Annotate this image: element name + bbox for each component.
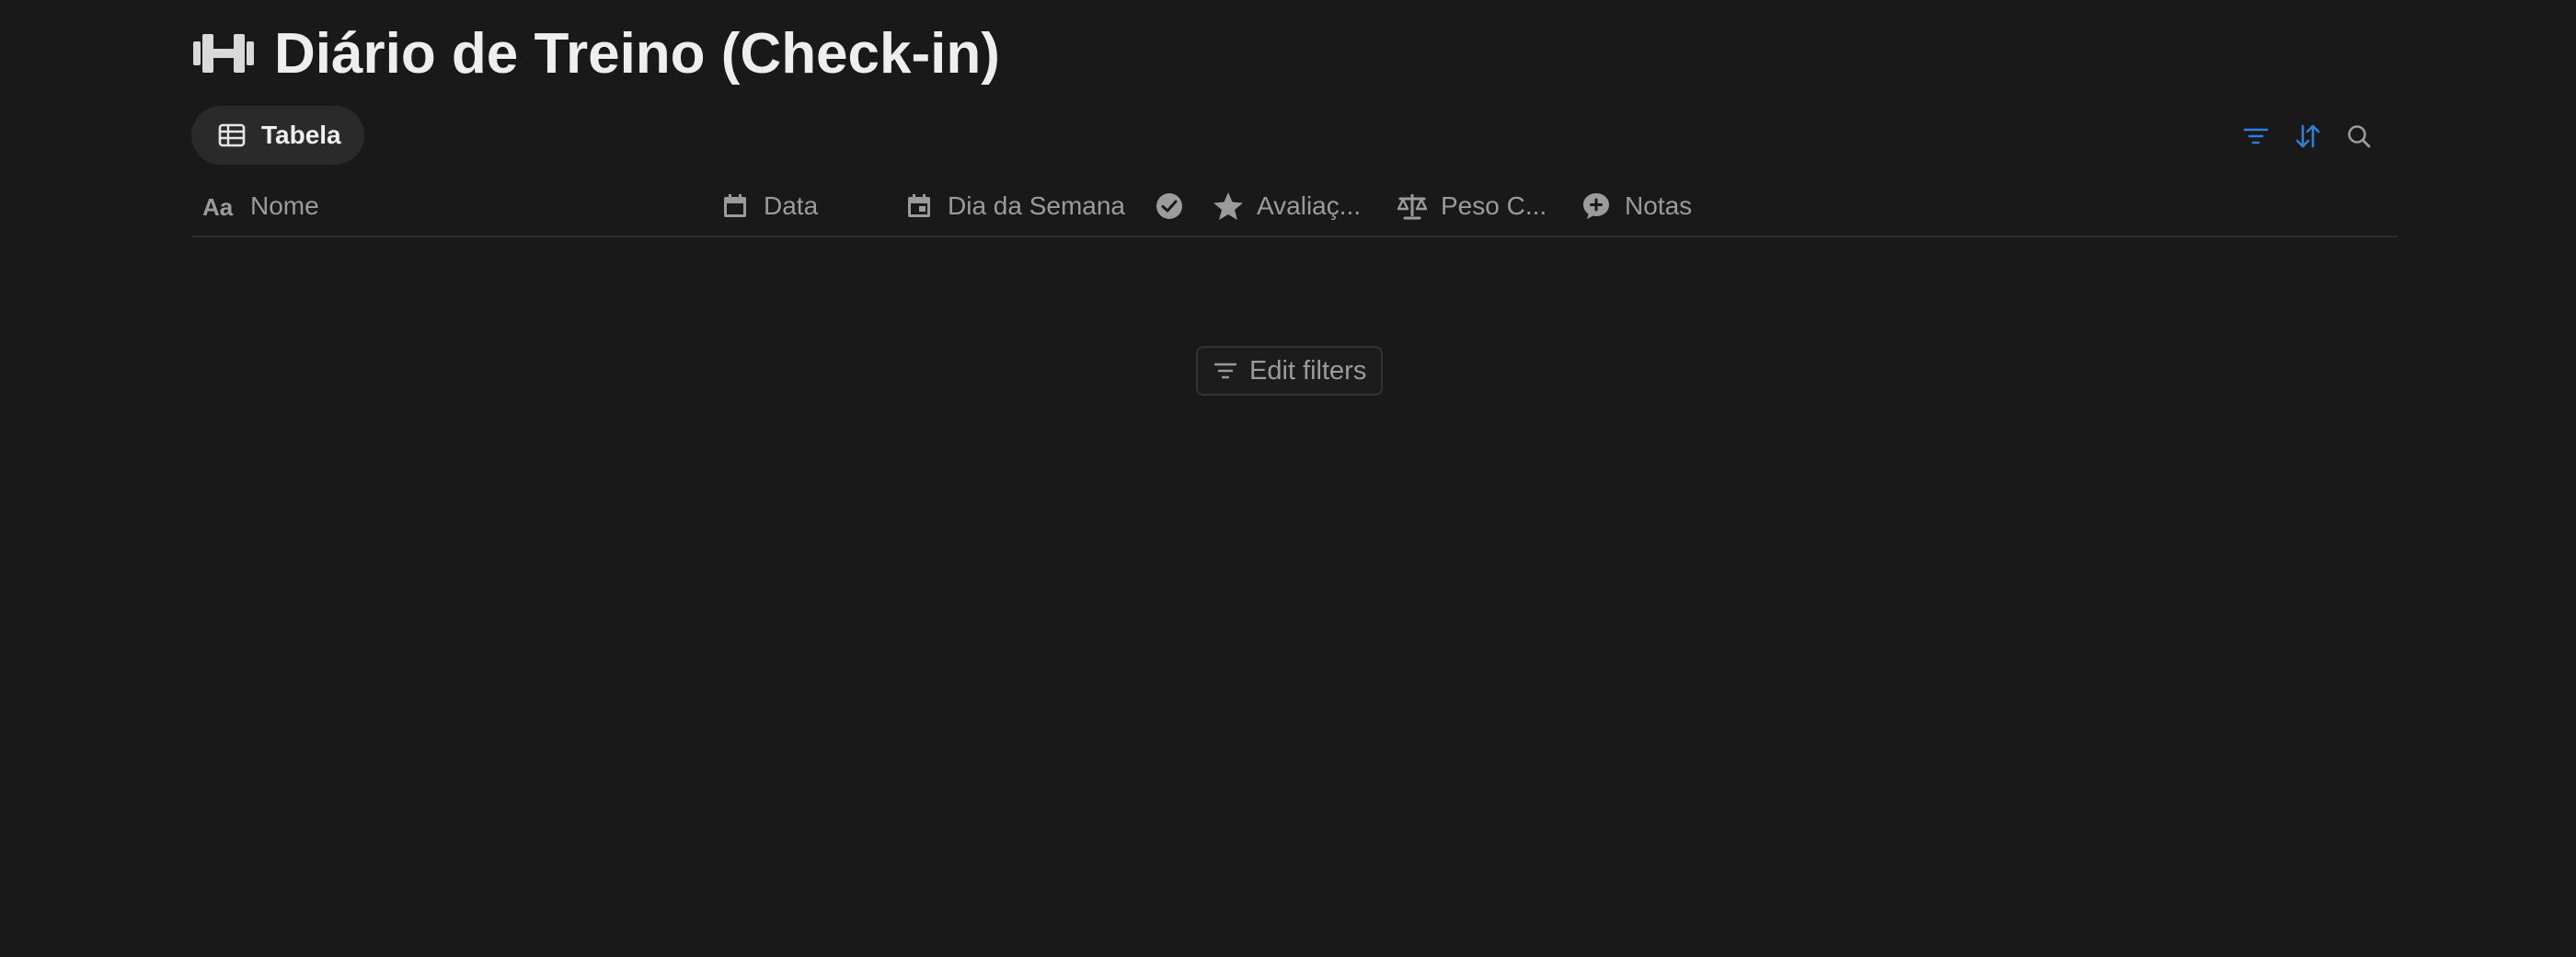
database-page: Diário de Treino (Check-in) Tabela Aa No… bbox=[0, 0, 2576, 957]
column-header-data[interactable]: Data bbox=[719, 180, 818, 232]
edit-filters-button[interactable]: Edit filters bbox=[1196, 346, 1384, 396]
scale-icon bbox=[1397, 190, 1428, 222]
title-row: Diário de Treino (Check-in) bbox=[191, 17, 1000, 90]
filter-icon bbox=[1213, 358, 1238, 384]
column-header-checkbox[interactable] bbox=[1154, 180, 1198, 232]
table-header: Aa Nome Data Dia da Semana Avaliaç... Pe… bbox=[191, 180, 2398, 237]
column-header-nome[interactable]: Aa Nome bbox=[202, 180, 319, 232]
tab-tabela[interactable]: Tabela bbox=[191, 106, 364, 165]
calendar-icon bbox=[719, 190, 751, 222]
edit-filters-label: Edit filters bbox=[1249, 355, 1367, 386]
sort-button[interactable] bbox=[2291, 120, 2324, 153]
svg-text:Aa: Aa bbox=[202, 193, 234, 219]
checkbox-icon bbox=[1154, 190, 1185, 222]
search-icon bbox=[2348, 125, 2371, 148]
column-label: Dia da Semana bbox=[948, 191, 1126, 220]
column-label: Notas bbox=[1625, 191, 1693, 220]
text-icon: Aa bbox=[202, 190, 237, 222]
empty-state: Edit filters bbox=[1196, 346, 1384, 396]
sort-icon bbox=[2295, 124, 2320, 148]
view-toolbar bbox=[2239, 114, 2375, 158]
filter-icon bbox=[2243, 128, 2269, 144]
column-header-notas[interactable]: Notas bbox=[1581, 180, 1692, 232]
column-header-dia-da-semana[interactable]: Dia da Semana bbox=[903, 180, 1125, 232]
page-title[interactable]: Diário de Treino (Check-in) bbox=[274, 21, 1000, 86]
column-label: Data bbox=[764, 191, 819, 220]
column-header-avaliacao[interactable]: Avaliaç... bbox=[1213, 180, 1361, 232]
tab-label: Tabela bbox=[261, 121, 341, 149]
comment-icon bbox=[1581, 190, 1612, 222]
filter-button[interactable] bbox=[2239, 120, 2272, 153]
table-icon bbox=[217, 121, 247, 150]
column-label: Peso C... bbox=[1441, 191, 1547, 220]
star-icon bbox=[1213, 190, 1244, 222]
search-button[interactable] bbox=[2342, 120, 2375, 153]
calendar-day-icon bbox=[903, 190, 935, 222]
column-label: Nome bbox=[250, 191, 319, 220]
column-header-peso[interactable]: Peso C... bbox=[1397, 180, 1547, 232]
dumbbell-icon[interactable] bbox=[191, 29, 256, 78]
column-label: Avaliaç... bbox=[1257, 191, 1362, 220]
